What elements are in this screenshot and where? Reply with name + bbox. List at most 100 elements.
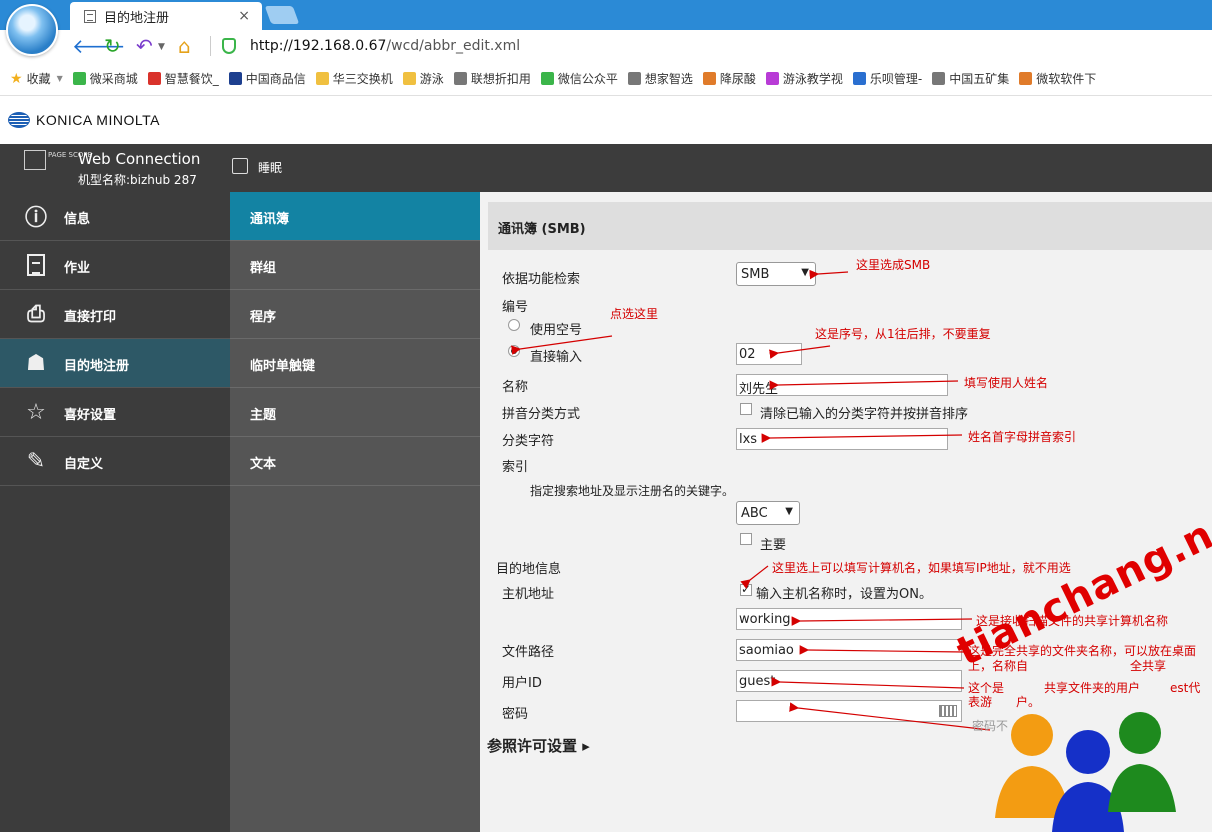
category-label: 分类字符 [502,434,555,449]
menu-item-favorites[interactable]: ☆ 喜好设置 [0,388,230,437]
undo-icon[interactable]: ↶ [136,36,153,56]
menu-item-info[interactable]: ⓘ 信息 [0,192,230,241]
note-user-5: 户。 [1016,695,1041,709]
host-option-label: 输入主机名称时，设置为ON。 [756,587,932,602]
main-checkbox[interactable] [740,533,752,545]
browser-tab[interactable]: 目的地注册 × [70,2,262,30]
address-bar: 🡐 ↻ ↶ ▼ ⌂ http://192.168.0.67/wcd/abbr_e… [0,30,1212,62]
url-field[interactable]: http://192.168.0.67/wcd/abbr_edit.xml [250,38,520,54]
bookmark-label: 微信公众平 [557,72,618,86]
password-input[interactable] [736,700,962,722]
address-book-icon: ☗ [26,350,46,376]
bookmark-icon [1019,72,1033,85]
bookmark-item[interactable]: 游泳教学视 [765,70,843,87]
bookmark-icon [627,72,641,85]
brand-bar: KONICA MINOLTA [0,96,1212,144]
bookmark-label: 乐呗管理- [869,72,923,86]
menu-item-customize[interactable]: ✎ 自定义 [0,437,230,486]
bookmark-favorites[interactable]: ★ 收藏 ▼ [10,70,63,87]
bookmark-item[interactable]: 智慧餐饮_ [147,70,219,87]
menu-item-direct-print[interactable]: ⎙ 直接打印 [0,290,230,339]
bookmark-label: 游泳教学视 [782,72,843,86]
app-title: Web Connection [78,150,201,168]
bookmark-label: 游泳 [419,72,444,86]
refresh-icon[interactable]: ↻ [104,36,121,56]
pinyin-sort-checkbox[interactable] [740,403,752,415]
index-select[interactable]: ABC ▼ [736,501,800,525]
menu-item-destination[interactable]: ☗ 目的地注册 [0,339,230,388]
chevron-down-icon: ▼ [801,267,809,278]
star-icon: ★ [10,70,23,87]
bookmark-item[interactable]: 游泳 [402,70,444,87]
submenu-group[interactable]: 群组 [230,241,480,290]
bookmark-item[interactable]: 中国商品信 [228,70,306,87]
sleep-icon[interactable] [232,158,248,174]
menu-item-label: 作业 [64,261,91,276]
bookmark-item[interactable]: 降尿酸 [702,70,756,87]
note-password: 密码不 [972,719,1009,733]
bookmark-item[interactable]: 微软软件下 [1019,70,1096,87]
menu-item-label: 直接打印 [64,310,117,325]
model-name: 机型名称:bizhub 287 [78,173,197,187]
submenu-temp-one-touch[interactable]: 临时单触键 [230,339,480,388]
bookmark-label: 华三交换机 [332,72,393,86]
close-tab-icon[interactable]: × [238,8,250,24]
bookmark-item[interactable]: 中国五矿集 [932,70,1009,87]
bookmark-label: 联想折扣用 [470,72,531,86]
home-icon[interactable]: ⌂ [178,36,191,56]
bookmark-icon [402,72,416,85]
print-icon: ⎙ [27,301,45,327]
submenu-subject[interactable]: 主题 [230,388,480,437]
chevron-down-icon[interactable]: ▼ [57,74,63,83]
note-path-3: 全共享 [1130,659,1167,673]
sleep-button[interactable]: 睡眠 [258,159,282,176]
host-address-label: 主机地址 [502,587,555,602]
note-user-3: est代 [1170,681,1201,695]
browser-logo-icon[interactable] [6,4,58,56]
bookmark-label: 想家智选 [644,72,693,86]
menu-item-label: 喜好设置 [64,408,117,423]
submenu-address-book[interactable]: 通讯簿 [230,192,480,241]
page-icon [84,9,96,23]
bookmark-icon [315,72,329,85]
pinyin-label: 拼音分类方式 [502,407,581,422]
index-select-value: ABC [741,506,768,521]
host-input[interactable]: working [736,608,962,630]
bookmark-icon [147,72,161,85]
permission-settings-link[interactable]: 参照许可设置 ▸ [487,735,590,756]
direct-input-radio[interactable] [508,345,520,357]
tab-title: 目的地注册 [104,10,170,26]
job-icon [24,253,48,277]
customize-icon: ✎ [26,448,46,474]
bookmark-item[interactable]: 联想折扣用 [453,70,531,87]
bookmark-item[interactable]: 想家智选 [627,70,693,87]
menu-item-job[interactable]: 作业 [0,241,230,290]
bookmark-item[interactable]: 华三交换机 [315,70,393,87]
number-input[interactable]: 02 [736,343,802,365]
bookmark-item[interactable]: 微采商城 [72,70,138,87]
name-input[interactable]: 刘先生 [736,374,948,397]
file-path-label: 文件路径 [502,645,555,660]
bookmark-item[interactable]: 微信公众平 [540,70,618,87]
bookmark-label: 收藏 [26,72,51,86]
function-select[interactable]: SMB ▼ [736,262,816,286]
use-empty-radio[interactable] [508,319,520,331]
menu-item-label: 信息 [64,212,91,227]
undo-dropdown-icon[interactable]: ▼ [158,42,165,52]
file-path-input[interactable]: saomiao [736,639,962,661]
category-input[interactable]: lxs [736,428,948,450]
submenu-program[interactable]: 程序 [230,290,480,339]
note-name: 填写使用人姓名 [964,376,1049,390]
note-serial: 这是序号，从1往后排，不要重复 [815,327,991,341]
user-id-input[interactable]: guest [736,670,962,692]
keyboard-icon[interactable] [939,705,957,717]
submenu-text[interactable]: 文本 [230,437,480,486]
bookmark-label: 中国商品信 [245,72,306,86]
bookmark-item[interactable]: 乐呗管理- [852,70,923,87]
note-click-here: 点选这里 [610,307,659,321]
host-name-checkbox[interactable] [740,582,752,596]
divider [210,36,211,56]
menu-item-label: 目的地注册 [64,359,130,374]
number-label: 编号 [502,300,529,315]
bookmark-icon [453,72,467,85]
